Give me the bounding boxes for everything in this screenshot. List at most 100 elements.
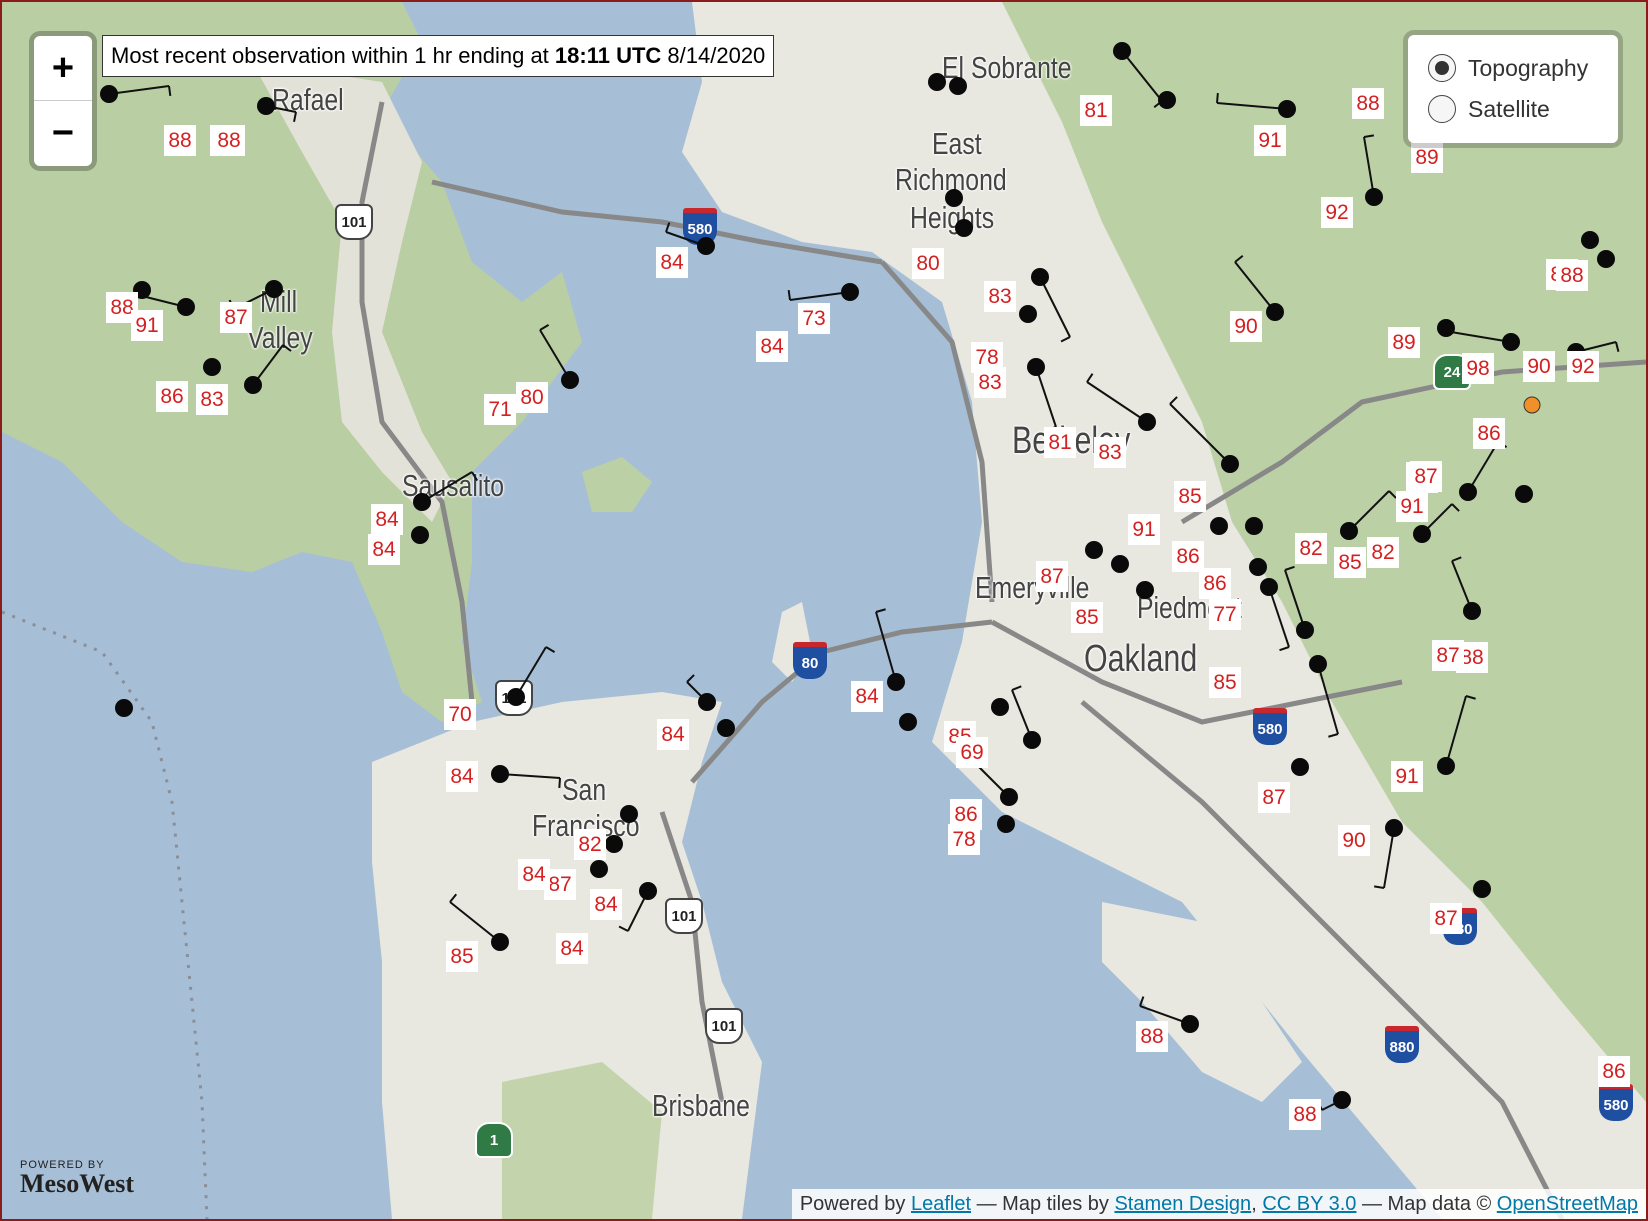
temperature-label[interactable]: 84: [590, 889, 622, 920]
station-marker[interactable]: [491, 765, 509, 783]
temperature-label[interactable]: 88: [164, 125, 196, 156]
temperature-label[interactable]: 90: [1338, 825, 1370, 856]
station-marker[interactable]: [1597, 250, 1615, 268]
station-marker[interactable]: [1085, 541, 1103, 559]
temperature-label[interactable]: 85: [446, 941, 478, 972]
temperature-label[interactable]: 69: [956, 737, 988, 768]
station-marker[interactable]: [1023, 731, 1041, 749]
station-marker[interactable]: [1031, 268, 1049, 286]
station-marker-highlighted[interactable]: [1523, 396, 1541, 414]
station-marker[interactable]: [1365, 188, 1383, 206]
temperature-label[interactable]: 87: [1258, 782, 1290, 813]
station-marker[interactable]: [997, 815, 1015, 833]
station-marker[interactable]: [1181, 1015, 1199, 1033]
station-marker[interactable]: [955, 219, 973, 237]
layer-option-satellite[interactable]: Satellite: [1428, 92, 1550, 126]
station-marker[interactable]: [1260, 578, 1278, 596]
station-marker[interactable]: [991, 698, 1009, 716]
temperature-label[interactable]: 86: [1199, 568, 1231, 599]
zoom-in-button[interactable]: +: [34, 36, 92, 100]
temperature-label[interactable]: 88: [1352, 88, 1384, 119]
station-marker[interactable]: [265, 280, 283, 298]
station-marker[interactable]: [1413, 525, 1431, 543]
temperature-label[interactable]: 71: [484, 394, 516, 425]
temperature-label[interactable]: 87: [1036, 561, 1068, 592]
station-marker[interactable]: [1136, 581, 1154, 599]
station-marker[interactable]: [1296, 621, 1314, 639]
station-marker[interactable]: [1266, 303, 1284, 321]
temperature-label[interactable]: 87: [1432, 640, 1464, 671]
temperature-label[interactable]: 91: [1396, 491, 1428, 522]
temperature-label[interactable]: 87: [220, 302, 252, 333]
station-marker[interactable]: [507, 688, 525, 706]
leaflet-link[interactable]: Leaflet: [911, 1193, 971, 1215]
temperature-label[interactable]: 84: [756, 331, 788, 362]
temperature-label[interactable]: 88: [213, 125, 245, 156]
station-marker[interactable]: [1111, 555, 1129, 573]
temperature-label[interactable]: 88: [1556, 260, 1588, 291]
temperature-label[interactable]: 70: [444, 699, 476, 730]
temperature-label[interactable]: 83: [984, 281, 1016, 312]
temperature-label[interactable]: 89: [1388, 327, 1420, 358]
station-marker[interactable]: [605, 835, 623, 853]
station-marker[interactable]: [717, 719, 735, 737]
temperature-label[interactable]: 84: [657, 719, 689, 750]
temperature-label[interactable]: 91: [1391, 761, 1423, 792]
temperature-label[interactable]: 86: [1598, 1056, 1630, 1087]
station-marker[interactable]: [639, 882, 657, 900]
station-marker[interactable]: [244, 376, 262, 394]
temperature-label[interactable]: 98: [1462, 353, 1494, 384]
station-marker[interactable]: [411, 526, 429, 544]
station-marker[interactable]: [177, 298, 195, 316]
temperature-label[interactable]: 91: [1128, 514, 1160, 545]
temperature-label[interactable]: 86: [156, 381, 188, 412]
station-marker[interactable]: [257, 97, 275, 115]
temperature-label[interactable]: 83: [974, 367, 1006, 398]
station-marker[interactable]: [100, 85, 118, 103]
temperature-label[interactable]: 85: [1174, 481, 1206, 512]
station-marker[interactable]: [561, 371, 579, 389]
station-marker[interactable]: [1473, 880, 1491, 898]
temperature-label[interactable]: 82: [574, 829, 606, 860]
station-marker[interactable]: [1210, 517, 1228, 535]
station-marker[interactable]: [1581, 231, 1599, 249]
topography-radio[interactable]: [1428, 54, 1456, 82]
temperature-label[interactable]: 92: [1321, 197, 1353, 228]
temperature-label[interactable]: 81: [1044, 427, 1076, 458]
station-marker[interactable]: [1291, 758, 1309, 776]
station-marker[interactable]: [590, 860, 608, 878]
station-marker[interactable]: [1113, 42, 1131, 60]
temperature-label[interactable]: 84: [368, 534, 400, 565]
temperature-label[interactable]: 90: [1230, 311, 1262, 342]
temperature-label[interactable]: 78: [948, 824, 980, 855]
station-marker[interactable]: [115, 699, 133, 717]
station-marker[interactable]: [1249, 558, 1267, 576]
station-marker[interactable]: [697, 237, 715, 255]
temperature-label[interactable]: 92: [1567, 351, 1599, 382]
station-marker[interactable]: [1340, 522, 1358, 540]
station-marker[interactable]: [1437, 319, 1455, 337]
temperature-label[interactable]: 80: [516, 382, 548, 413]
station-marker[interactable]: [1138, 413, 1156, 431]
cc-by-link[interactable]: CC BY 3.0: [1262, 1193, 1356, 1215]
station-marker[interactable]: [899, 713, 917, 731]
station-marker[interactable]: [841, 283, 859, 301]
station-marker[interactable]: [1333, 1091, 1351, 1109]
temperature-label[interactable]: 87: [1430, 903, 1462, 934]
station-marker[interactable]: [949, 77, 967, 95]
station-marker[interactable]: [928, 73, 946, 91]
station-marker[interactable]: [413, 493, 431, 511]
station-marker[interactable]: [1221, 455, 1239, 473]
temperature-label[interactable]: 85: [1071, 602, 1103, 633]
station-marker[interactable]: [1278, 100, 1296, 118]
temperature-label[interactable]: 86: [1473, 418, 1505, 449]
station-marker[interactable]: [1000, 788, 1018, 806]
temperature-label[interactable]: 88: [1289, 1099, 1321, 1130]
map-container[interactable]: Rafael El Sobrante East Richmond Heights Mill…: [0, 0, 1648, 1221]
station-marker[interactable]: [1019, 305, 1037, 323]
layer-option-topography[interactable]: Topography: [1428, 51, 1588, 85]
openstreetmap-link[interactable]: OpenStreetMap: [1497, 1193, 1638, 1215]
station-marker[interactable]: [1437, 757, 1455, 775]
temperature-label[interactable]: 84: [556, 933, 588, 964]
temperature-label[interactable]: 85: [1209, 667, 1241, 698]
